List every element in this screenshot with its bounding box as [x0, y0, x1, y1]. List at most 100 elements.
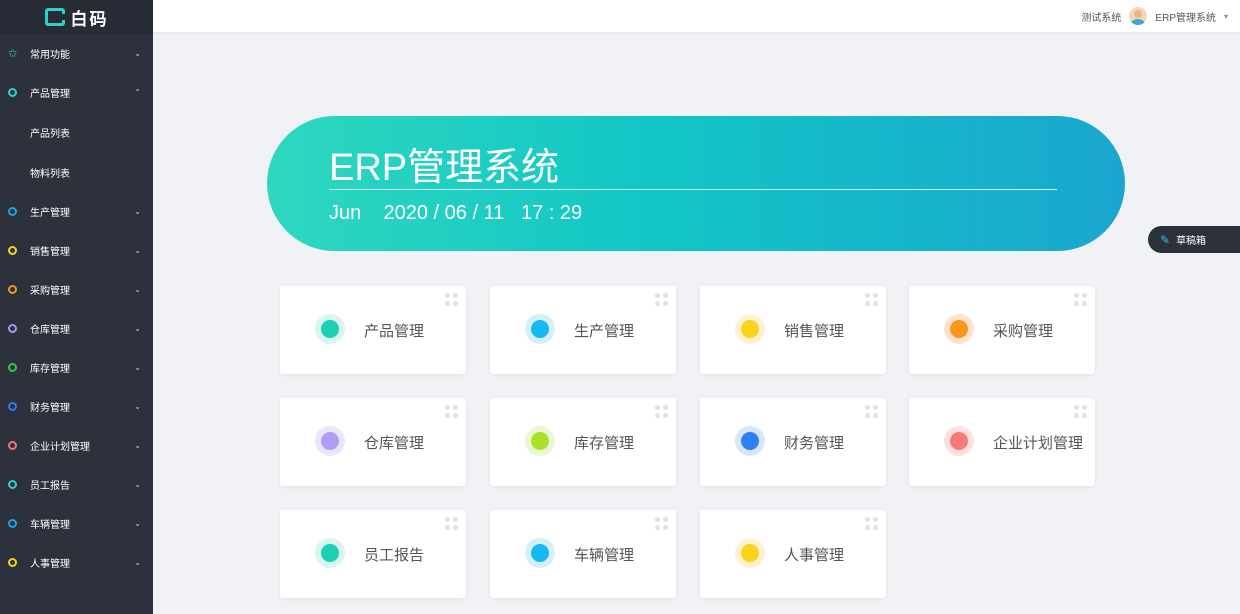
module-card-product[interactable]: 产品管理: [280, 286, 466, 374]
module-card-label: 财务管理: [784, 435, 845, 452]
sidebar-item-product[interactable]: 产品管理 ⌃: [0, 73, 153, 112]
module-dot-icon: [315, 538, 345, 568]
module-card-hr[interactable]: 人事管理: [700, 510, 886, 598]
sidebar-item-vehicle[interactable]: 车辆管理 ⌄: [0, 504, 153, 543]
circle-icon: [8, 402, 17, 411]
sidebar-item-label: 生产管理: [30, 208, 70, 219]
module-card-label: 产品管理: [364, 323, 425, 340]
sidebar-item-label: 财务管理: [30, 403, 70, 414]
module-card-label: 企业计划管理: [993, 435, 1084, 452]
sidebar-subitem-product-list[interactable]: 产品列表: [0, 112, 153, 152]
drag-handle-icon[interactable]: [445, 293, 458, 306]
sidebar-item-label: 产品管理: [30, 89, 70, 100]
module-card-warehouse[interactable]: 仓库管理: [280, 398, 466, 486]
module-dot-core: [321, 432, 339, 450]
sidebar-item-inventory[interactable]: 库存管理 ⌄: [0, 348, 153, 387]
banner-month: Jun: [329, 202, 362, 224]
module-dot-core: [531, 432, 549, 450]
drag-handle-icon[interactable]: [865, 517, 878, 530]
module-dot-core: [741, 544, 759, 562]
sidebar-item-finance[interactable]: 财务管理 ⌄: [0, 387, 153, 426]
test-system-link[interactable]: 测试系统: [1081, 9, 1121, 24]
banner-datetime: Jun 2020 / 06 / 11 17 : 29: [329, 202, 582, 225]
avatar[interactable]: [1129, 7, 1148, 25]
chevron-down-icon: ⌄: [134, 558, 141, 567]
chevron-down-icon: ⌄: [134, 324, 141, 333]
circle-icon: [8, 558, 17, 567]
sidebar-item-employee-report[interactable]: 员工报告 ⌄: [0, 465, 153, 504]
sidebar-item-enterprise-plan[interactable]: 企业计划管理 ⌄: [0, 426, 153, 465]
logo-text: 白码: [70, 9, 109, 29]
drag-handle-icon[interactable]: [865, 405, 878, 418]
sidebar-item-label: 企业计划管理: [30, 442, 90, 453]
circle-icon: [8, 519, 17, 528]
module-card-employee-report[interactable]: 员工报告: [280, 510, 466, 598]
module-dot-core: [321, 320, 339, 338]
circle-icon: [8, 207, 17, 216]
drag-handle-icon[interactable]: [865, 293, 878, 306]
star-icon: ✩: [8, 48, 18, 60]
drag-handle-icon[interactable]: [1074, 405, 1087, 418]
chevron-down-icon: ⌄: [134, 480, 141, 489]
circle-icon: [8, 324, 17, 333]
module-dot-core: [531, 544, 549, 562]
welcome-banner: ERP管理系统 Jun 2020 / 06 / 11 17 : 29: [267, 116, 1125, 251]
banner-divider: [329, 189, 1057, 190]
drag-handle-icon[interactable]: [655, 293, 668, 306]
draft-box-label: 草稿箱: [1176, 236, 1207, 247]
module-card-vehicle[interactable]: 车辆管理: [490, 510, 676, 598]
drag-handle-icon[interactable]: [1074, 293, 1087, 306]
module-dot-core: [741, 432, 759, 450]
module-card-production[interactable]: 生产管理: [490, 286, 676, 374]
module-dot-icon: [525, 538, 555, 568]
module-card-label: 采购管理: [993, 323, 1054, 340]
module-card-inventory[interactable]: 库存管理: [490, 398, 676, 486]
sidebar-item-label: 仓库管理: [30, 325, 70, 336]
circle-icon: [8, 246, 17, 255]
logo[interactable]: 白码: [0, 0, 153, 34]
user-name[interactable]: ERP管理系统: [1155, 9, 1216, 24]
module-dot-core: [950, 320, 968, 338]
module-card-label: 车辆管理: [574, 547, 635, 564]
module-dot-icon: [735, 426, 765, 456]
sidebar-item-warehouse[interactable]: 仓库管理 ⌄: [0, 309, 153, 348]
drag-handle-icon[interactable]: [655, 405, 668, 418]
sidebar-item-sales[interactable]: 销售管理 ⌄: [0, 231, 153, 270]
chevron-down-icon: ⌄: [134, 246, 141, 255]
sidebar-item-label: 库存管理: [30, 364, 70, 375]
logo-mark-icon: [44, 8, 65, 26]
module-card-purchase[interactable]: 采购管理: [909, 286, 1095, 374]
circle-icon: [8, 285, 17, 294]
module-dot-icon: [735, 314, 765, 344]
sidebar-subitem-material-list[interactable]: 物料列表: [0, 152, 153, 192]
banner-date: 2020 / 06 / 11: [383, 202, 505, 224]
circle-icon: [8, 363, 17, 372]
sidebar-item-common[interactable]: ✩ 常用功能 ⌄: [0, 34, 153, 73]
sidebar-nav: ✩ 常用功能 ⌄ 产品管理 ⌃ 产品列表 物料列表 生产管理 ⌄ 销售管理 ⌄ …: [0, 34, 153, 582]
module-dot-core: [950, 432, 968, 450]
drag-handle-icon[interactable]: [445, 517, 458, 530]
sidebar-item-hr[interactable]: 人事管理 ⌄: [0, 543, 153, 582]
module-card-enterprise-plan[interactable]: 企业计划管理: [909, 398, 1095, 486]
sidebar-item-label: 采购管理: [30, 286, 70, 297]
sidebar-item-label: 员工报告: [30, 481, 70, 492]
drag-handle-icon[interactable]: [655, 517, 668, 530]
edit-icon: ✎: [1160, 232, 1171, 247]
drag-handle-icon[interactable]: [445, 405, 458, 418]
module-card-label: 库存管理: [574, 435, 635, 452]
sidebar-item-purchase[interactable]: 采购管理 ⌄: [0, 270, 153, 309]
module-dot-icon: [315, 314, 345, 344]
module-card-sales[interactable]: 销售管理: [700, 286, 886, 374]
module-dot-icon: [944, 314, 974, 344]
sidebar-item-label: 常用功能: [30, 50, 70, 61]
module-dot-icon: [735, 538, 765, 568]
module-card-label: 员工报告: [364, 547, 425, 564]
chevron-up-icon: ⌃: [134, 88, 141, 97]
sidebar-item-production[interactable]: 生产管理 ⌄: [0, 192, 153, 231]
caret-down-icon[interactable]: ▾: [1224, 12, 1228, 21]
chevron-down-icon: ⌄: [134, 519, 141, 528]
draft-box-button[interactable]: ✎ 草稿箱: [1148, 226, 1240, 253]
sidebar-item-label: 人事管理: [30, 559, 70, 570]
chevron-down-icon: ⌄: [134, 402, 141, 411]
module-card-finance[interactable]: 财务管理: [700, 398, 886, 486]
